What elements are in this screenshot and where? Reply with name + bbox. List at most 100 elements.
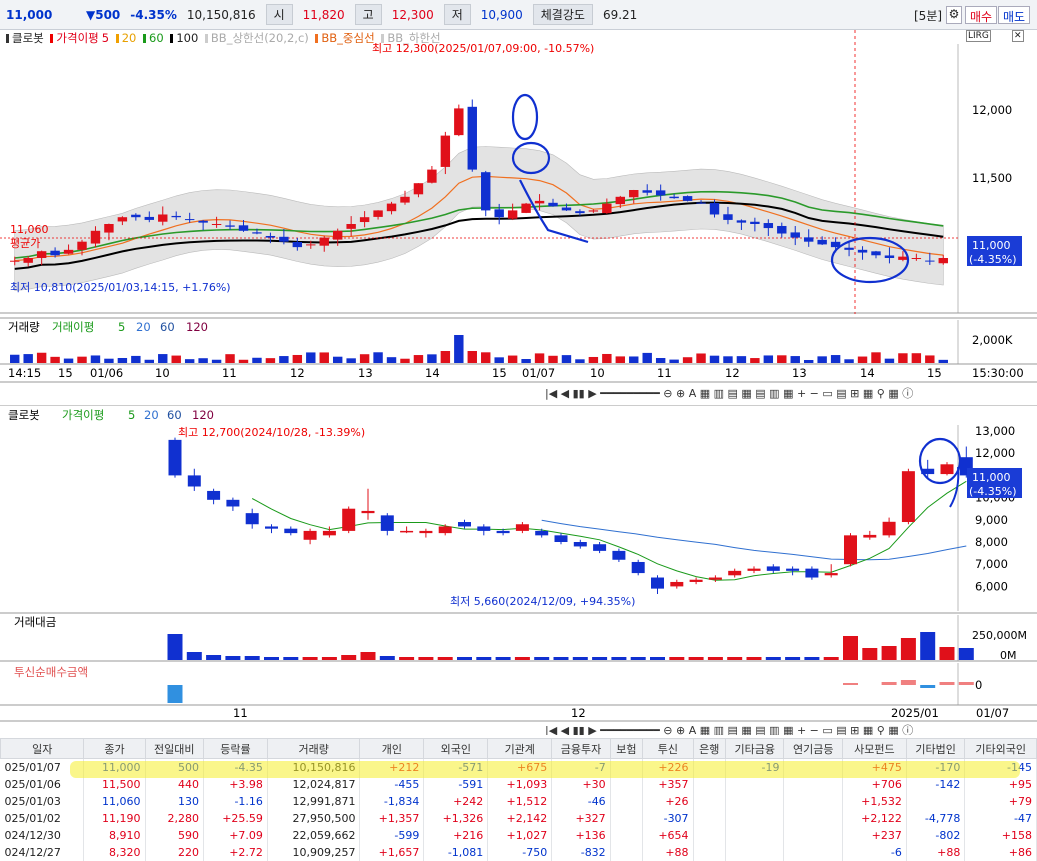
column-header[interactable]: 전일대비: [144, 738, 204, 759]
candle: [786, 568, 800, 571]
candle: [535, 530, 549, 536]
volume-bar: [723, 356, 733, 363]
volume-bar: [871, 352, 881, 363]
table-cell: 130: [145, 792, 204, 810]
column-header[interactable]: 기관계: [487, 738, 553, 759]
candle: [763, 223, 774, 229]
column-header[interactable]: 기타외국인: [964, 738, 1037, 759]
candle: [747, 568, 761, 571]
column-header[interactable]: 일자: [0, 738, 85, 759]
volume-bar: [494, 357, 504, 363]
table-cell: 2,280: [145, 809, 204, 827]
column-header[interactable]: 종가: [83, 738, 146, 759]
table-cell: +2.72: [203, 843, 268, 861]
candle: [380, 515, 394, 531]
buy-button[interactable]: 매수: [965, 6, 998, 24]
table-cell: 440: [145, 775, 204, 793]
chart1-toolbar[interactable]: |◀ ◀ ▮▮ ▶ ━━━━━━━━━ ⊖ ⊕ A ▦ ▥ ▤ ▦ ▤ ▥ ▦ …: [545, 387, 913, 400]
table-row[interactable]: 025/01/03 11,060 130 -1.16 12,991,871 -1,834 +…: [0, 792, 1037, 810]
candle: [319, 237, 329, 246]
candle: [728, 570, 742, 576]
candle: [373, 210, 383, 217]
volume-bar: [10, 354, 20, 363]
table-row[interactable]: 024/12/30 8,910 590 +7.09 22,059,662 -599 +216…: [0, 826, 1037, 844]
column-header[interactable]: 투신: [642, 738, 694, 759]
volume-bar: [736, 356, 747, 363]
column-header[interactable]: 사모펀드: [841, 738, 907, 759]
table-cell: +1,532: [842, 792, 907, 810]
table-row[interactable]: 024/12/27 8,320 220 +2.72 10,909,257 +1,657 -1…: [0, 843, 1037, 861]
net-bar: [881, 682, 897, 685]
volume-bar: [548, 355, 558, 363]
candle: [790, 232, 800, 238]
volume-bar: [171, 355, 181, 363]
candle: [50, 250, 60, 256]
volume-bar: [90, 355, 101, 363]
volume-bar: [104, 358, 114, 363]
volume-bar: [144, 359, 155, 363]
column-header[interactable]: 기타금융: [725, 738, 785, 759]
candle: [284, 528, 298, 534]
volume-bar: [655, 358, 666, 363]
candle: [651, 577, 664, 589]
candle: [440, 135, 451, 167]
column-header[interactable]: 은행: [692, 738, 727, 759]
volume-bar: [857, 356, 868, 363]
intraday-candle-chart: 최고 12,300(2025/01/07,09:00, -10.57%) 최저 …: [0, 30, 1037, 400]
y-tick: 6,000: [975, 579, 1008, 593]
candle: [696, 202, 706, 204]
candle: [554, 535, 568, 542]
table-cell: -6: [842, 843, 907, 861]
column-header[interactable]: 등락률: [202, 738, 268, 759]
x-tick: 10: [155, 366, 170, 380]
period-selector[interactable]: [5분]: [910, 6, 946, 24]
column-header[interactable]: 보험: [609, 738, 644, 759]
table-cell: -4,778: [906, 809, 966, 827]
column-header[interactable]: 금융투자: [551, 738, 611, 759]
net-bar: [900, 680, 916, 685]
table-cell: +242: [423, 792, 489, 810]
column-header[interactable]: 기타법인: [905, 738, 966, 759]
candle: [386, 203, 397, 212]
candle: [805, 568, 819, 578]
table-row[interactable]: 025/01/02 11,190 2,280 +25.59 27,950,500 +1,3…: [0, 809, 1037, 827]
table-cell: [906, 792, 966, 810]
amount-bar: [225, 656, 241, 660]
table-cell: +2,122: [842, 809, 907, 827]
candle: [400, 530, 414, 533]
candle: [292, 242, 303, 248]
chart2-toolbar[interactable]: |◀ ◀ ▮▮ ▶ ━━━━━━━━━ ⊖ ⊕ A ▦ ▥ ▤ ▦ ▤ ▥ ▦ …: [545, 724, 913, 735]
candle: [168, 439, 182, 476]
table-cell: 22,059,662: [267, 826, 361, 844]
amount-bar: [746, 657, 762, 660]
table-cell: [725, 775, 785, 793]
table-cell: [693, 826, 727, 844]
volume-bar: [682, 357, 693, 363]
gear-icon[interactable]: ⚙: [946, 6, 962, 24]
x-tick: 14: [425, 366, 440, 380]
low-note: 최저 5,660(2024/12/09, +94.35%): [450, 595, 635, 608]
net-zero: 0: [975, 678, 982, 692]
table-row[interactable]: 025/01/06 11,500 440 +3.98 12,024,817 -455 -59…: [0, 775, 1037, 793]
table-cell: 10,909,257: [267, 843, 361, 861]
table-cell: [610, 775, 644, 793]
volume-bar: [602, 353, 612, 363]
column-header[interactable]: 개인: [359, 738, 425, 759]
table-cell: [693, 775, 727, 793]
sell-button[interactable]: 매도: [998, 6, 1031, 24]
table-cell: +3.98: [203, 775, 268, 793]
column-header[interactable]: 연기금등: [783, 738, 843, 759]
column-header[interactable]: 외국인: [423, 738, 489, 759]
x-tick: 2025/01: [891, 706, 939, 720]
column-header[interactable]: 거래량: [266, 738, 361, 759]
volume-bar: [373, 352, 383, 363]
amount-bar: [418, 657, 434, 660]
x-tick: 12: [725, 366, 740, 380]
volume-bar: [386, 357, 397, 363]
volume-bar: [669, 359, 679, 363]
volume-bar: [346, 358, 356, 363]
table-cell: 024/12/27: [0, 843, 85, 861]
table-cell: -750: [487, 843, 553, 861]
candle: [467, 106, 477, 170]
table-cell: 590: [145, 826, 204, 844]
